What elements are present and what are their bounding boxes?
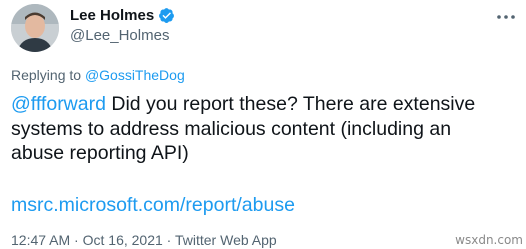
more-options-icon[interactable]	[494, 7, 518, 27]
replying-to: Replying to @GossiTheDog	[11, 67, 185, 83]
tweet-text: @ffforward Did you report these? There a…	[11, 92, 516, 166]
author-name[interactable]: Lee Holmes	[70, 7, 154, 24]
replying-to-link[interactable]: @GossiTheDog	[85, 67, 185, 83]
tweet-text-line2: systems to address malicious content (in…	[11, 117, 452, 140]
avatar[interactable]	[11, 4, 59, 52]
tweet-text-line3: abuse reporting API)	[11, 142, 189, 165]
author-name-row: Lee Holmes	[70, 7, 175, 24]
meta-separator: ·	[166, 232, 172, 248]
tweet-link[interactable]: msrc.microsoft.com/report/abuse	[11, 193, 295, 217]
tweet-text-line1: Did you report these? There are extensiv…	[105, 93, 476, 115]
tweet-metadata: 12:47 AM · Oct 16, 2021 · Twitter Web Ap…	[11, 232, 277, 248]
tweet-date[interactable]: Oct 16, 2021	[83, 232, 163, 248]
replying-prefix: Replying to	[11, 67, 82, 83]
author-handle[interactable]: @Lee_Holmes	[70, 27, 169, 44]
meta-separator: ·	[74, 232, 79, 248]
tweet-mention[interactable]: @ffforward	[11, 93, 106, 115]
tweet-source[interactable]: Twitter Web App	[175, 232, 277, 248]
avatar-image	[11, 4, 59, 52]
verified-badge-icon	[159, 8, 175, 23]
tweet-time[interactable]: 12:47 AM	[11, 232, 70, 248]
watermark: wsxdn.com	[455, 233, 523, 247]
